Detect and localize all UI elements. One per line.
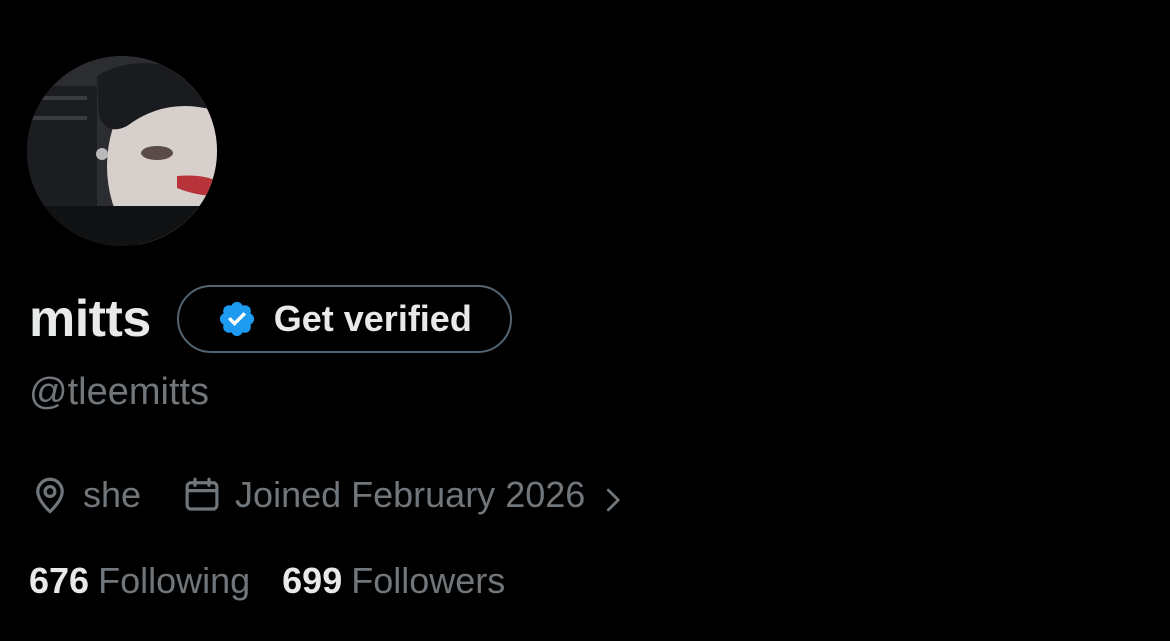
avatar[interactable] [27,56,217,246]
followers-label: Followers [351,560,506,601]
get-verified-button[interactable]: Get verified [176,285,512,353]
calendar-icon [181,474,223,516]
joined-item[interactable]: Joined February 2026 [181,474,627,516]
joined-text: Joined February 2026 [235,474,586,515]
chevron-right-icon [599,481,627,512]
followers-count: 699 [282,560,343,601]
display-name: mitts [29,290,151,348]
name-row: mitts Get verified [29,283,512,355]
profile-meta: she Joined February 2026 [29,470,627,520]
location-pin-icon [29,474,71,516]
location-item: she [29,474,141,516]
location-text: she [83,474,142,515]
get-verified-label: Get verified [273,298,472,339]
followers-link[interactable]: 699 Followers [282,560,505,602]
following-link[interactable]: 676 Following [29,560,250,602]
following-count: 676 [29,560,90,601]
follow-stats: 676 Following 699 Followers [29,556,505,606]
avatar-image [27,56,217,246]
verified-badge-icon [217,299,257,339]
profile-handle: @tleemitts [29,371,210,413]
following-label: Following [98,560,251,601]
